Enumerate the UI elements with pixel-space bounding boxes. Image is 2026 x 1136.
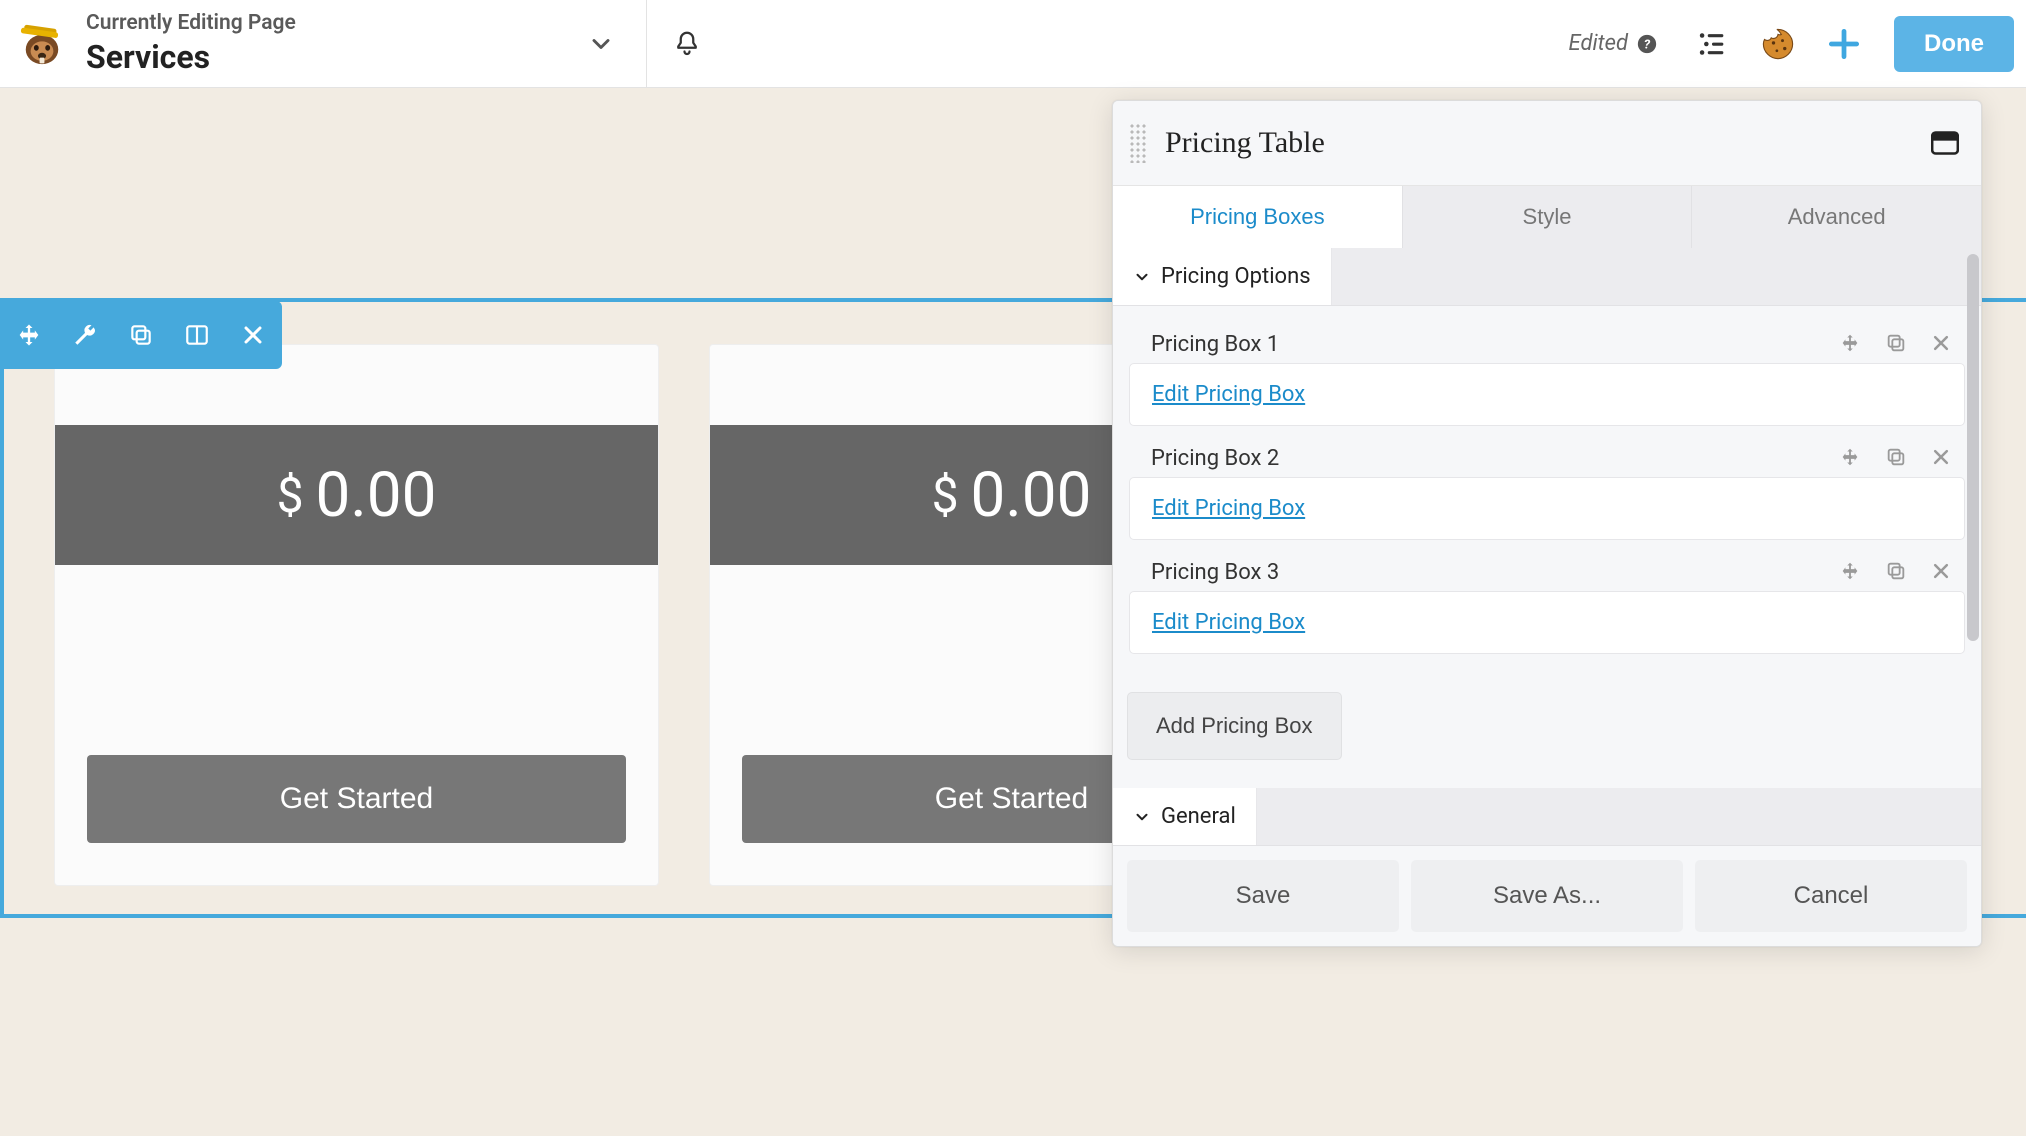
window-icon: [1931, 131, 1959, 155]
pricing-box-name: Pricing Box 3: [1151, 560, 1279, 585]
outline-button[interactable]: [1684, 16, 1740, 72]
duplicate-icon: [1885, 332, 1907, 354]
edited-status-text: Edited: [1569, 31, 1628, 56]
settings-panel: Pricing Table Pricing Boxes Style Advanc…: [1112, 100, 1982, 947]
add-content-button[interactable]: [1816, 16, 1872, 72]
section-pricing-options-header[interactable]: Pricing Options: [1113, 248, 1981, 306]
move-icon: [1839, 560, 1861, 582]
item-delete-button[interactable]: [1931, 332, 1951, 357]
page-title-block: Currently Editing Page Services: [86, 11, 296, 77]
panel-expand-button[interactable]: [1931, 131, 1959, 155]
done-button[interactable]: Done: [1894, 16, 2014, 72]
notifications-button[interactable]: [647, 0, 727, 88]
price-value: 0.00: [316, 459, 437, 532]
topbar-right: Edited ? Done: [1569, 16, 2026, 72]
plus-icon: [1825, 25, 1863, 63]
item-duplicate-button[interactable]: [1885, 332, 1907, 357]
pricing-box-name: Pricing Box 2: [1151, 446, 1279, 471]
outline-icon: [1695, 27, 1729, 61]
edit-pricing-box-link[interactable]: Edit Pricing Box: [1152, 382, 1305, 407]
tab-advanced[interactable]: Advanced: [1691, 186, 1981, 248]
item-move-button[interactable]: [1839, 560, 1861, 585]
module-duplicate-button[interactable]: [124, 318, 158, 352]
move-icon: [1839, 332, 1861, 354]
topbar-left: Currently Editing Page Services: [0, 11, 296, 77]
save-as-button[interactable]: Save As...: [1411, 860, 1683, 932]
panel-tabs: Pricing Boxes Style Advanced: [1113, 186, 1981, 248]
module-columns-button[interactable]: [180, 318, 214, 352]
duplicate-icon: [128, 322, 154, 348]
save-button[interactable]: Save: [1127, 860, 1399, 932]
item-move-button[interactable]: [1839, 332, 1861, 357]
cancel-button[interactable]: Cancel: [1695, 860, 1967, 932]
price-currency: $: [932, 467, 959, 524]
pricing-card: $ 0.00 Get Started: [54, 344, 659, 886]
panel-footer: Save Save As... Cancel: [1113, 846, 1981, 946]
chevron-down-icon: [587, 30, 615, 58]
pricing-box-item: Pricing Box 2 Edit Pricing Box: [1127, 432, 1967, 540]
svg-text:?: ?: [1644, 37, 1651, 52]
duplicate-icon: [1885, 560, 1907, 582]
close-icon: [1931, 333, 1951, 353]
beaver-icon: [16, 17, 68, 69]
move-icon: [15, 321, 43, 349]
pricing-box-name: Pricing Box 1: [1151, 332, 1279, 357]
edited-status: Edited ?: [1569, 31, 1658, 56]
pricing-boxes-list: Pricing Box 1 Edit Pricing Box Pri: [1113, 306, 1981, 678]
edit-pricing-box-row: Edit Pricing Box: [1129, 363, 1965, 426]
pricing-box-item: Pricing Box 3 Edit Pricing Box: [1127, 546, 1967, 654]
page-title: Services: [86, 38, 296, 76]
history-button[interactable]: [1750, 16, 1806, 72]
editing-subtitle: Currently Editing Page: [86, 11, 296, 36]
chevron-down-icon: [1133, 268, 1151, 286]
edit-pricing-box-row: Edit Pricing Box: [1129, 591, 1965, 654]
item-duplicate-button[interactable]: [1885, 560, 1907, 585]
price-band: $ 0.00: [55, 425, 658, 565]
tab-pricing-boxes[interactable]: Pricing Boxes: [1113, 186, 1402, 248]
module-settings-button[interactable]: [68, 318, 102, 352]
panel-scrollbar[interactable]: [1967, 254, 1979, 840]
module-edit-toolbar: [0, 301, 282, 369]
topbar: Currently Editing Page Services Edited ?: [0, 0, 2026, 88]
price-currency: $: [277, 467, 304, 524]
bell-icon: [672, 29, 702, 59]
item-move-button[interactable]: [1839, 446, 1861, 471]
add-pricing-box-button[interactable]: Add Pricing Box: [1127, 692, 1342, 760]
columns-icon: [184, 322, 210, 348]
move-icon: [1839, 446, 1861, 468]
close-icon: [241, 323, 265, 347]
close-icon: [1931, 561, 1951, 581]
section-label: Pricing Options: [1161, 264, 1311, 289]
duplicate-icon: [1885, 446, 1907, 468]
section-label: General: [1161, 804, 1236, 829]
module-move-button[interactable]: [12, 318, 46, 352]
wrench-icon: [72, 322, 98, 348]
pricing-box-item: Pricing Box 1 Edit Pricing Box: [1127, 318, 1967, 426]
chevron-down-icon: [1133, 808, 1151, 826]
edit-pricing-box-link[interactable]: Edit Pricing Box: [1152, 496, 1305, 521]
app-logo: [12, 13, 72, 73]
item-delete-button[interactable]: [1931, 446, 1951, 471]
page-switcher-dropdown[interactable]: [556, 0, 646, 88]
pricing-cta-button[interactable]: Get Started: [87, 755, 626, 843]
panel-title: Pricing Table: [1165, 126, 1325, 160]
item-duplicate-button[interactable]: [1885, 446, 1907, 471]
panel-drag-handle[interactable]: [1129, 123, 1147, 163]
help-icon[interactable]: ?: [1636, 33, 1658, 55]
edit-pricing-box-row: Edit Pricing Box: [1129, 477, 1965, 540]
close-icon: [1931, 447, 1951, 467]
panel-body: Pricing Options Pricing Box 1: [1113, 248, 1981, 846]
cookie-icon: [1760, 26, 1796, 62]
canvas[interactable]: $ 0.00 Get Started $ 0.00 Get Started Pr…: [0, 88, 2026, 1136]
section-general-header[interactable]: General: [1113, 788, 1981, 846]
tab-style[interactable]: Style: [1402, 186, 1692, 248]
scrollbar-thumb[interactable]: [1967, 254, 1979, 641]
panel-header: Pricing Table: [1113, 101, 1981, 186]
item-delete-button[interactable]: [1931, 560, 1951, 585]
module-remove-button[interactable]: [236, 318, 270, 352]
edit-pricing-box-link[interactable]: Edit Pricing Box: [1152, 610, 1305, 635]
price-value: 0.00: [971, 459, 1092, 532]
